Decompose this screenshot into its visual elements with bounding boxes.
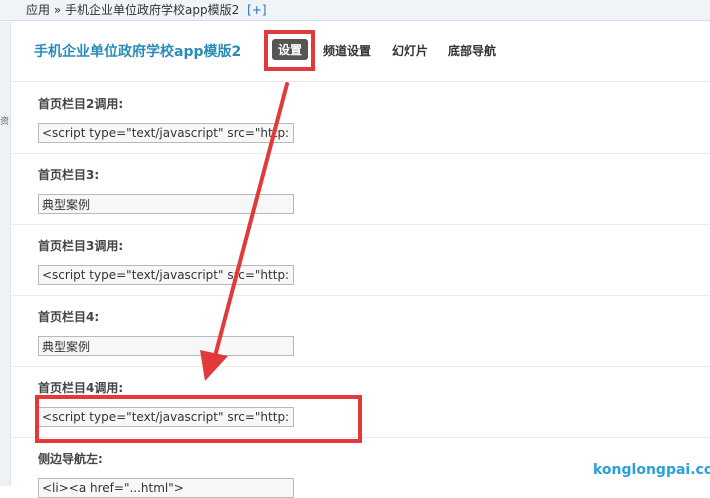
field-home-column4: 首页栏目4:: [10, 296, 710, 367]
field-label: 首页栏目2调用:: [38, 97, 124, 111]
field-label: 首页栏目3调用:: [38, 239, 124, 253]
breadcrumb-root[interactable]: 应用: [26, 3, 50, 17]
field-label: 首页栏目4调用:: [38, 381, 124, 395]
watermark: konglongpai.com: [593, 462, 710, 478]
field-input[interactable]: [38, 123, 294, 143]
breadcrumb-add-button[interactable]: [+]: [247, 3, 266, 17]
tab-slides[interactable]: 幻灯片: [392, 42, 428, 59]
field-input[interactable]: [38, 336, 294, 356]
left-sidebar-glyph: 资: [0, 117, 10, 127]
breadcrumb-current: 手机企业单位政府学校app模版2: [65, 3, 240, 17]
highlight-box-settings: [264, 30, 315, 71]
highlight-box-column4-code: [35, 395, 362, 443]
plugin-header: 手机企业单位政府学校app模版2 设置 频道设置 幻灯片 底部导航: [10, 22, 710, 82]
field-input[interactable]: [38, 194, 294, 214]
field-label: 侧边导航左:: [38, 452, 103, 466]
field-label: 首页栏目3:: [38, 168, 100, 182]
breadcrumb: 应用 » 手机企业单位政府学校app模版2 [+]: [0, 0, 710, 21]
page-title: 手机企业单位政府学校app模版2: [34, 44, 242, 60]
field-input[interactable]: [38, 478, 294, 498]
field-input[interactable]: [38, 265, 294, 285]
tab-channel-settings[interactable]: 频道设置: [323, 42, 371, 59]
field-label: 首页栏目4:: [38, 310, 100, 324]
tab-footer-nav[interactable]: 底部导航: [448, 42, 496, 59]
breadcrumb-separator: »: [53, 3, 62, 17]
field-home-column2-code: 首页栏目2调用:: [10, 83, 710, 154]
field-home-column3: 首页栏目3:: [10, 154, 710, 225]
field-home-column3-code: 首页栏目3调用:: [10, 225, 710, 296]
